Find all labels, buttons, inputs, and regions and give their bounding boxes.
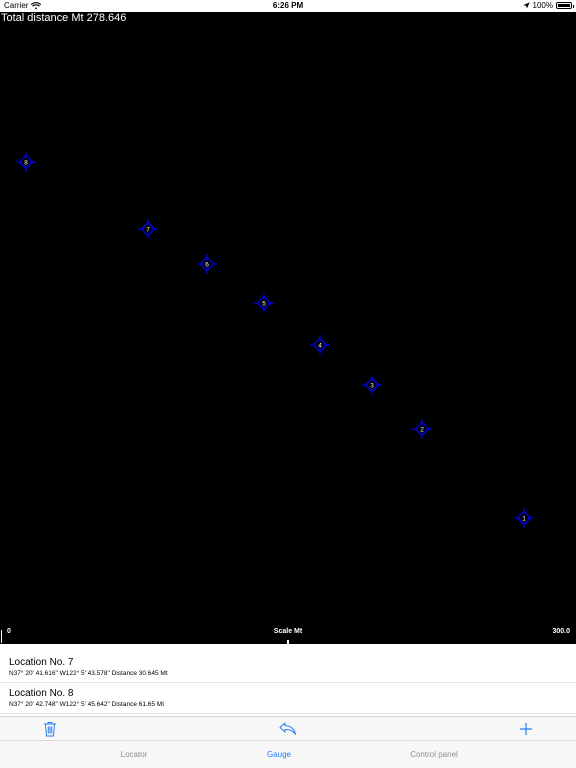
location-list: Location No. 7 N37° 20' 41.616" W122° 5'…	[0, 652, 576, 716]
tab-gauge[interactable]: Gauge	[219, 750, 339, 759]
status-time: 6:26 PM	[272, 1, 304, 10]
undo-button[interactable]	[279, 721, 297, 737]
location-marker-2[interactable]: 2	[412, 419, 432, 439]
tab-bar: Locator Gauge Control panel	[0, 740, 576, 768]
scale-max: 300.0	[552, 628, 570, 635]
location-marker-6[interactable]: 6	[197, 254, 217, 274]
location-item[interactable]: Location No. 8 N37° 20' 42.748" W122° 5'…	[0, 683, 576, 714]
location-detail: N37° 20' 42.748" W122° 5' 45.642" Distan…	[9, 701, 165, 708]
trash-icon	[44, 722, 56, 737]
undo-icon	[279, 722, 296, 735]
marker-label: 4	[318, 342, 322, 349]
location-marker-8[interactable]: 8	[16, 152, 36, 172]
add-button[interactable]	[517, 721, 535, 737]
marker-label: 3	[370, 382, 374, 389]
delete-button[interactable]	[41, 721, 59, 737]
toolbar	[0, 716, 576, 740]
scale-label: Scale Mt	[273, 628, 303, 635]
status-bar: Carrier 6:26 PM 100%	[0, 0, 576, 12]
tab-control-panel[interactable]: Control panel	[374, 750, 494, 759]
battery-icon	[556, 2, 574, 9]
scale-bar: 0 Scale Mt 300.0	[0, 624, 576, 644]
marker-label: 5	[262, 300, 266, 307]
marker-label: 2	[420, 426, 424, 433]
location-title: Location No. 7	[9, 657, 74, 668]
location-marker-1[interactable]: 1	[514, 508, 534, 528]
marker-label: 8	[24, 159, 28, 166]
location-arrow-icon	[522, 2, 530, 9]
location-marker-5[interactable]: 5	[254, 293, 274, 313]
location-title: Location No. 8	[9, 688, 74, 699]
tab-locator[interactable]: Locator	[74, 750, 194, 759]
marker-label: 6	[205, 261, 209, 268]
location-marker-7[interactable]: 7	[138, 219, 158, 239]
location-marker-4[interactable]: 4	[310, 335, 330, 355]
battery-percent: 100%	[532, 1, 553, 10]
plus-icon	[520, 723, 532, 735]
location-detail: N37° 20' 41.616" W122° 5' 43.578" Distan…	[9, 670, 168, 677]
marker-layer: 1 2 3 4 5 6 7 8	[16, 152, 534, 528]
gauge-map[interactable]: Total distance Mt 278.646 12345678 0 Sca…	[0, 12, 576, 644]
status-right: 100%	[522, 1, 574, 10]
location-marker-3[interactable]: 3	[362, 375, 382, 395]
location-item[interactable]: Location No. 7 N37° 20' 41.616" W122° 5'…	[0, 652, 576, 683]
marker-label: 7	[146, 226, 150, 233]
scale-tick-mid	[287, 640, 289, 644]
marker-label: 1	[522, 515, 526, 522]
